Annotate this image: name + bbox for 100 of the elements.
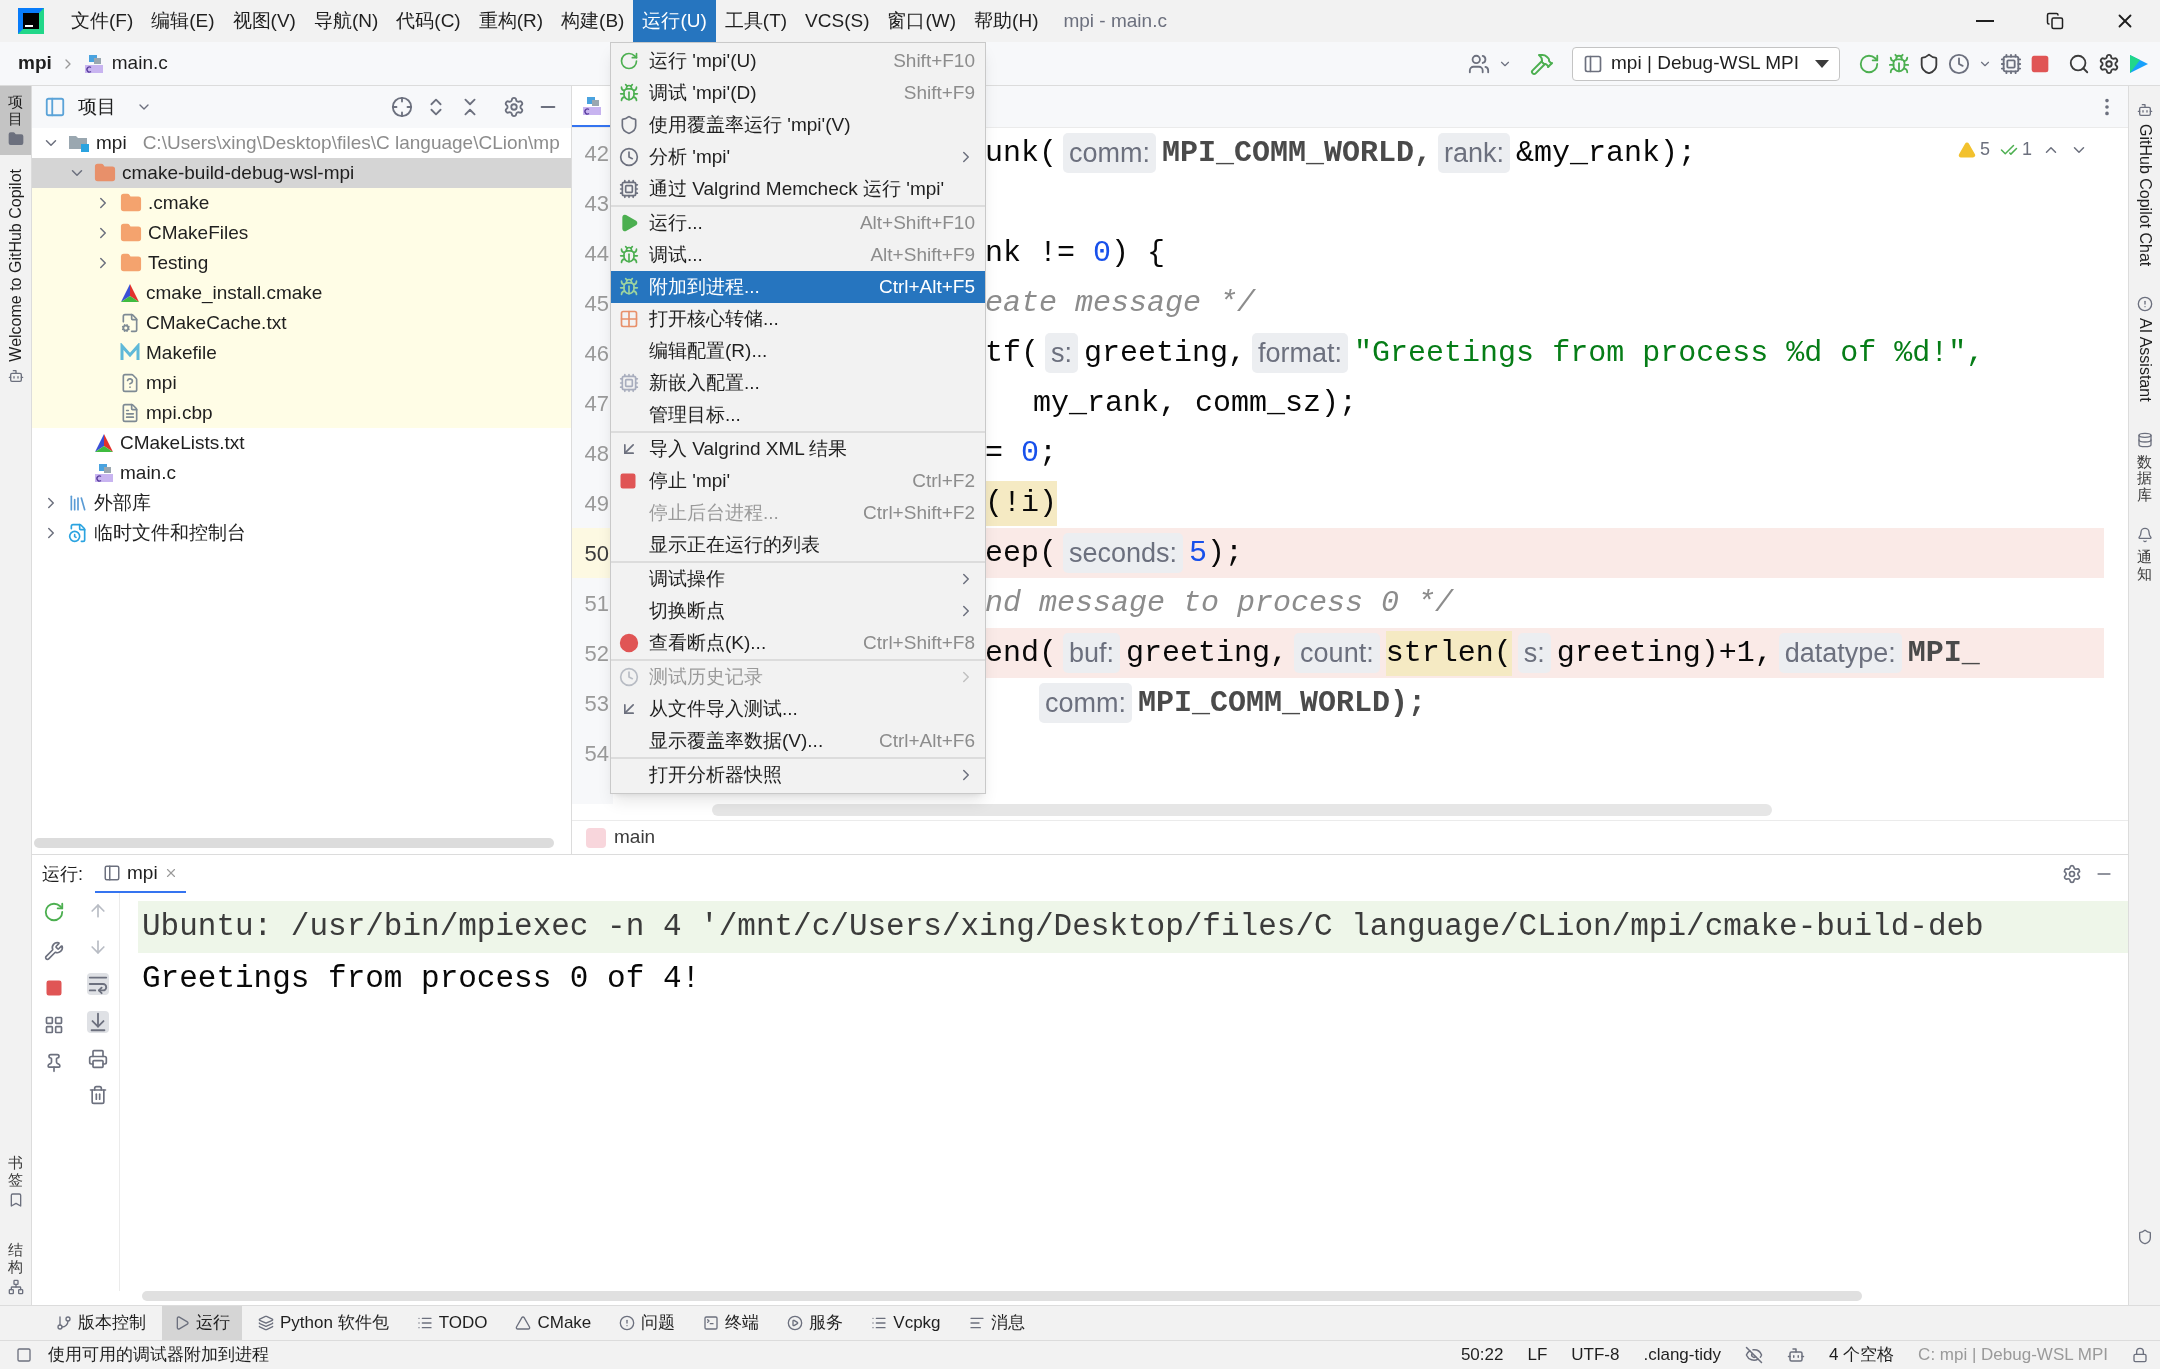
tool-window-tab[interactable]: Python 软件包 <box>246 1306 401 1340</box>
menu-bar-item[interactable]: 窗口(W) <box>878 0 966 42</box>
rerun-icon[interactable] <box>1858 52 1880 75</box>
notification-bell-icon[interactable] <box>2136 527 2153 544</box>
soft-wrap-icon[interactable] <box>86 973 109 995</box>
menu-bar-item[interactable]: 视图(V) <box>223 0 305 42</box>
menu-item[interactable]: 打开分析器快照 <box>611 759 985 791</box>
project-view-selector[interactable]: 项目 <box>78 92 116 122</box>
assistant-logo-icon[interactable] <box>2128 52 2150 75</box>
tool-window-tab[interactable]: Vcpkg <box>859 1306 953 1340</box>
tree-item[interactable]: mpi C:\Users\xing\Desktop\files\C language\CLion\mp <box>32 128 571 158</box>
menu-item[interactable]: 打开核心转储... <box>611 303 985 335</box>
menu-bar-item[interactable]: 导航(N) <box>304 0 388 42</box>
menu-item[interactable]: 编辑配置(R)... <box>611 335 985 367</box>
menu-item[interactable]: 导入 Valgrind XML 结果 <box>611 433 985 465</box>
valgrind-chip-icon[interactable] <box>2000 52 2022 75</box>
pin-icon[interactable] <box>44 1053 64 1073</box>
tree-item[interactable]: mpi.cbp <box>32 398 571 428</box>
tree-item[interactable]: CMakeFiles <box>32 218 571 248</box>
menu-item[interactable]: 显示覆盖率数据(V)... Ctrl+Alt+F6 <box>611 725 985 757</box>
tool-window-tab[interactable]: 版本控制 <box>44 1306 158 1340</box>
stop-icon[interactable] <box>2030 53 2050 74</box>
tree-item[interactable]: CMakeLists.txt <box>32 428 571 458</box>
breadcrumb-link[interactable]: main <box>614 823 656 852</box>
indent-setting[interactable]: 4 个空格 <box>1828 1342 1895 1368</box>
tree-item[interactable]: CMakeCache.txt <box>32 308 571 338</box>
tool-window-tab[interactable]: 终端 <box>691 1306 772 1340</box>
layout-icon[interactable] <box>44 1015 64 1035</box>
stop-icon[interactable] <box>45 979 63 997</box>
menu-bar-item[interactable]: VCS(S) <box>796 0 879 42</box>
tool-window-tab[interactable]: 服务 <box>775 1306 856 1340</box>
menu-item[interactable]: 附加到进程... Ctrl+Alt+F5 <box>611 271 985 303</box>
run-tab[interactable]: mpi <box>95 855 186 893</box>
settings-icon[interactable] <box>503 96 525 118</box>
menu-item[interactable]: 从文件导入测试... <box>611 693 985 725</box>
settings-icon[interactable] <box>2098 52 2120 75</box>
horizontal-scrollbar[interactable] <box>712 804 1772 816</box>
tree-item[interactable]: main.c <box>32 458 571 488</box>
coverage-shield-icon[interactable] <box>1918 52 1940 75</box>
menu-item[interactable]: 运行 'mpi'(U) Shift+F10 <box>611 45 985 77</box>
trash-icon[interactable] <box>87 1085 108 1105</box>
horizontal-scrollbar[interactable] <box>34 838 554 848</box>
menu-item[interactable]: 调试 'mpi'(D) Shift+F9 <box>611 77 985 109</box>
menu-bar-item[interactable]: 文件(F) <box>62 0 143 42</box>
menu-item[interactable]: 运行... Alt+Shift+F10 <box>611 207 985 239</box>
scroll-to-end-icon[interactable] <box>86 1011 109 1033</box>
tree-item[interactable]: cmake_install.cmake <box>32 278 571 308</box>
shield-icon[interactable] <box>2136 1229 2153 1245</box>
profile-clock-icon[interactable] <box>1948 52 1970 75</box>
structure-tool-tab[interactable]: 结构 <box>8 1242 23 1275</box>
tool-window-tab[interactable]: 问题 <box>607 1306 688 1340</box>
menu-bar-item[interactable]: 编辑(E) <box>142 0 224 42</box>
linter-config[interactable]: .clang-tidy <box>1643 1342 1721 1368</box>
menu-bar-item[interactable]: 工具(T) <box>715 0 797 42</box>
users-icon[interactable] <box>1468 52 1491 75</box>
menu-item[interactable]: 切换断点 <box>611 595 985 627</box>
notifications-tool-tab[interactable]: 通知 <box>2137 549 2152 583</box>
caret-position[interactable]: 50:22 <box>1460 1342 1504 1368</box>
ai-assistant-tool-tab[interactable]: AI Assistant <box>2132 318 2157 402</box>
print-icon[interactable] <box>87 1049 108 1069</box>
menu-item[interactable]: 新嵌入配置... <box>611 367 985 399</box>
bookmarks-tool-tab[interactable]: 书签 <box>8 1155 23 1188</box>
copilot-chat-icon[interactable] <box>2136 102 2153 118</box>
tree-item[interactable]: Testing <box>32 248 571 278</box>
tool-window-tab[interactable]: 消息 <box>956 1306 1037 1340</box>
database-icon[interactable] <box>2136 431 2153 448</box>
menu-item[interactable]: 分析 'mpi' <box>611 141 985 173</box>
settings-icon[interactable] <box>2062 864 2082 884</box>
menu-item[interactable]: 停止 'mpi' Ctrl+F2 <box>611 465 985 497</box>
file-encoding[interactable]: UTF-8 <box>1571 1342 1620 1368</box>
menu-bar-item[interactable]: 帮助(H) <box>965 0 1048 42</box>
editor-tab[interactable] <box>572 86 612 127</box>
tool-window-tab[interactable]: TODO <box>404 1306 500 1340</box>
database-tool-tab[interactable]: 数据库 <box>2137 453 2152 504</box>
menu-item[interactable]: 管理目标... <box>611 399 985 431</box>
menu-item[interactable]: 通过 Valgrind Memcheck 运行 'mpi' <box>611 173 985 205</box>
menu-item[interactable]: 调试操作 <box>611 563 985 595</box>
lock-icon[interactable] <box>2132 1347 2148 1363</box>
panel-toggle-icon[interactable] <box>16 1347 32 1363</box>
menu-item[interactable]: 使用覆盖率运行 'mpi'(V) <box>611 109 985 141</box>
menu-item[interactable]: 调试... Alt+Shift+F9 <box>611 239 985 271</box>
horizontal-scrollbar[interactable] <box>142 1291 1862 1301</box>
tree-item[interactable]: mpi <box>32 368 571 398</box>
copilot-status-icon[interactable] <box>1786 1346 1805 1364</box>
run-config-dropdown[interactable]: mpi | Debug-WSL MPI <box>1572 46 1840 81</box>
search-icon[interactable] <box>2068 52 2090 75</box>
menu-bar-item[interactable]: 运行(U) <box>633 0 716 42</box>
copilot-chat-tool-tab[interactable]: GitHub Copilot Chat <box>2132 124 2157 267</box>
menu-bar-item[interactable]: 代码(C) <box>387 0 470 42</box>
breadcrumb-link[interactable]: main.c <box>111 49 168 78</box>
tree-item[interactable]: 外部库 <box>32 488 571 518</box>
menu-bar-item[interactable]: 构建(B) <box>552 0 634 42</box>
structure-icon[interactable] <box>7 1279 24 1295</box>
breadcrumb-link[interactable]: mpi <box>18 49 52 78</box>
tool-window-tab[interactable]: CMake <box>503 1306 604 1340</box>
rerun-icon[interactable] <box>43 901 65 923</box>
tool-window-tab[interactable]: 运行 <box>162 1306 242 1340</box>
project-tool-tab[interactable]: 项目 <box>0 86 31 155</box>
menu-bar-item[interactable]: 重构(R) <box>469 0 553 42</box>
menu-item[interactable]: 显示正在运行的列表 <box>611 529 985 561</box>
